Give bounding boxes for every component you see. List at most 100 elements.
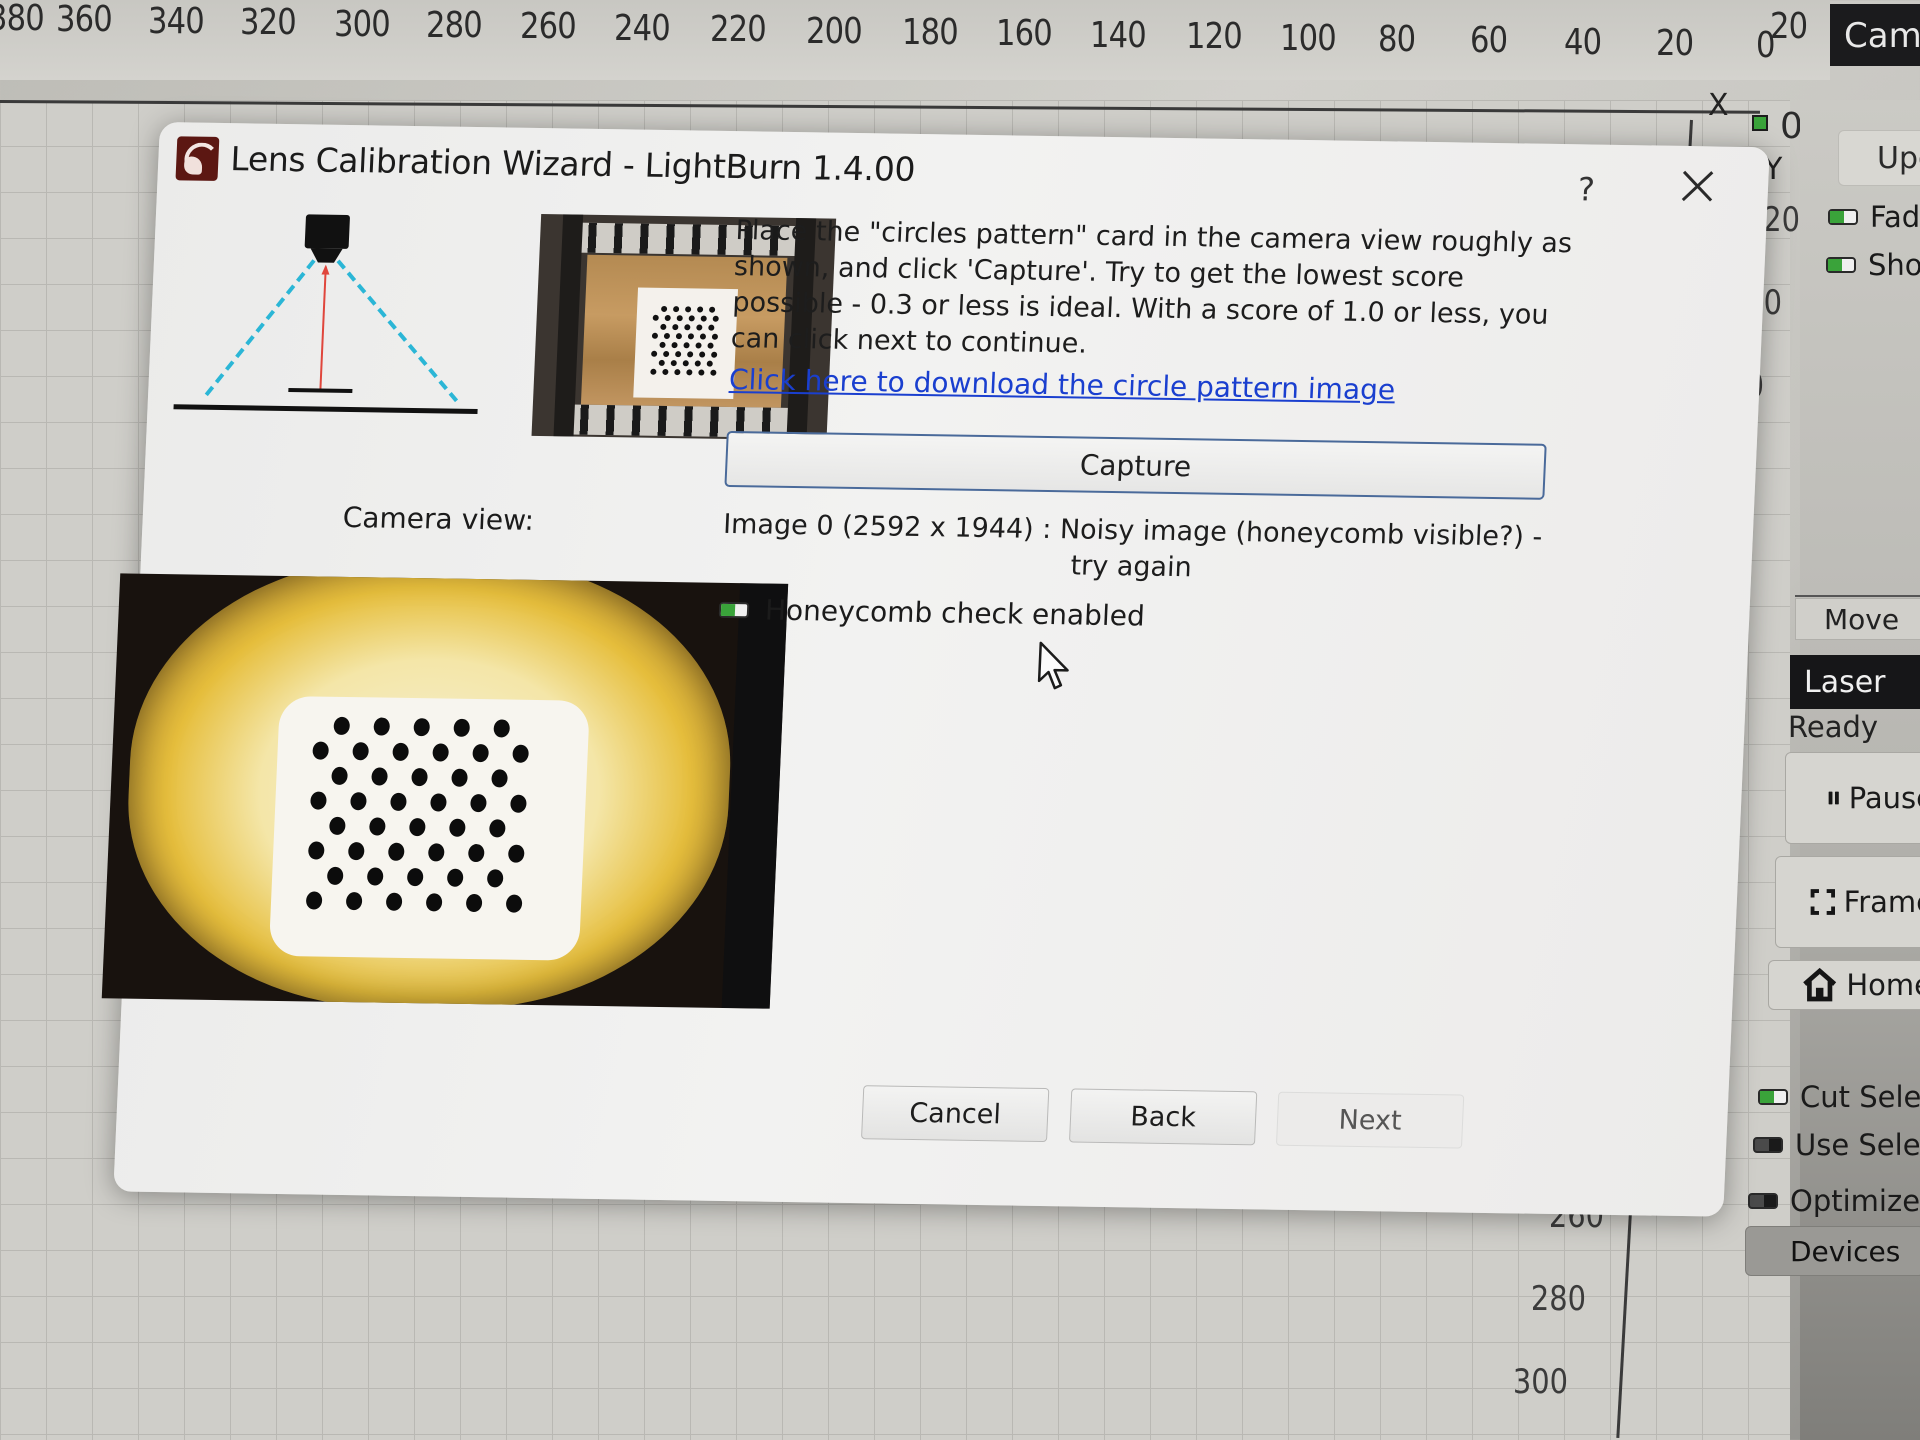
pattern-dot (682, 360, 689, 367)
origin-marker-icon (1752, 115, 1768, 131)
pattern-dot (651, 332, 659, 339)
ruler-tick-label: 260 (520, 6, 577, 48)
pattern-dot (670, 360, 677, 367)
pattern-dot (413, 718, 431, 737)
home-button[interactable]: Home (1768, 960, 1920, 1010)
pause-icon (1828, 791, 1839, 805)
ruler-tick-label: 280 (426, 5, 483, 46)
pattern-dot (652, 314, 659, 321)
honeycomb-check-toggle[interactable]: Honeycomb check enabled (718, 593, 1145, 633)
ruler-tick-label: 380 (0, 0, 45, 39)
pattern-dot (698, 369, 705, 376)
help-button[interactable]: ? (1577, 170, 1596, 208)
toggle-label: Show (1868, 248, 1920, 282)
pattern-dot (310, 791, 327, 810)
devices-button[interactable]: Devices (1745, 1226, 1920, 1276)
pattern-dot (658, 359, 665, 366)
honeycomb-check-label: Honeycomb check enabled (764, 593, 1146, 633)
ruler-tick-label: 280 (1530, 1279, 1587, 1319)
ruler-tick-label: 140 (1090, 14, 1147, 56)
camera-view-label: Camera view: (342, 500, 535, 537)
pattern-dot (366, 867, 384, 886)
pattern-dot (472, 743, 490, 763)
pattern-dot (411, 768, 428, 787)
back-button[interactable]: Back (1068, 1088, 1258, 1146)
ruler-tick-label: 20 (1656, 23, 1694, 65)
pattern-dot (684, 324, 691, 331)
pattern-dot (674, 369, 681, 376)
toggle-icon[interactable] (1828, 209, 1858, 225)
move-tab[interactable]: Move (1795, 598, 1920, 640)
mouse-cursor-icon (1037, 641, 1069, 690)
pattern-dot (695, 342, 702, 349)
frame-button[interactable]: Frame (1775, 856, 1920, 948)
pattern-dot (470, 793, 487, 813)
toggle-label: Optimize Cut Path (1790, 1184, 1920, 1218)
pattern-dot (659, 341, 666, 348)
pattern-dot (675, 351, 682, 358)
lens-calibration-dialog: Lens Calibration Wizard - LightBurn 1.4.… (101, 122, 1770, 1217)
pattern-dot (664, 314, 671, 322)
pattern-dot (387, 842, 405, 861)
fade-toggle[interactable]: Fade (1828, 200, 1920, 234)
update-overlay-button[interactable]: Update (1838, 130, 1920, 186)
ruler-tick-label: 240 (614, 7, 671, 49)
next-button[interactable]: Next (1275, 1091, 1465, 1149)
pattern-dot (711, 333, 719, 340)
toggle-icon[interactable] (718, 601, 750, 618)
pattern-dot (708, 324, 715, 331)
cut-selected-toggle[interactable]: Cut Selected Graphics (1758, 1080, 1920, 1114)
optimize-cut-path-toggle[interactable]: Optimize Cut Path (1748, 1184, 1920, 1218)
pattern-dot (347, 842, 365, 861)
pattern-dot (331, 766, 348, 786)
pattern-dot (488, 819, 506, 838)
toggle-icon[interactable] (1826, 257, 1856, 273)
pattern-dot (696, 324, 703, 331)
pattern-dot (676, 315, 683, 322)
close-icon[interactable] (1677, 166, 1719, 207)
download-pattern-link[interactable]: Click here to download the circle patter… (728, 363, 1395, 406)
toggle-label: Cut Selected Graphics (1800, 1080, 1920, 1114)
use-selection-origin-toggle[interactable]: Use Selection Origin (1753, 1128, 1920, 1162)
horizontal-ruler: 380 360 340 320 300 280 260 240 220 200 180 160 140 1… (0, 0, 1830, 80)
pattern-dot (696, 306, 704, 313)
pattern-dot (368, 817, 386, 836)
pattern-dot (660, 323, 667, 330)
pattern-dot (650, 368, 657, 375)
pattern-dot (663, 332, 671, 340)
pattern-dot (686, 369, 693, 376)
toggle-icon[interactable] (1758, 1089, 1788, 1105)
pattern-dot (392, 742, 410, 761)
cancel-button[interactable]: Cancel (861, 1085, 1050, 1143)
pause-button[interactable]: Pause (1785, 752, 1920, 844)
dialog-title: Lens Calibration Wizard - LightBurn 1.4.… (229, 139, 917, 189)
pattern-dot (699, 333, 707, 340)
show-toggle[interactable]: Show (1826, 248, 1920, 282)
divider (1795, 595, 1920, 597)
pattern-dot (390, 792, 407, 811)
laser-status: Ready (1788, 710, 1879, 744)
laser-panel-header: Laser (1790, 655, 1920, 709)
camera-lens-icon (310, 248, 343, 263)
camera-tab[interactable]: Camera (1830, 4, 1920, 66)
ruler-tick-label: 20 (1763, 200, 1801, 240)
ruler-tick-label: 300 (334, 3, 391, 45)
pattern-dot (467, 843, 485, 863)
pattern-dot (345, 892, 363, 911)
pattern-dot (430, 793, 447, 812)
pattern-dot (446, 868, 464, 887)
pattern-dot (683, 342, 690, 349)
pause-label: Pause (1848, 781, 1920, 815)
toggle-icon[interactable] (1748, 1193, 1778, 1209)
capture-status-message: Image 0 (2592 x 1944) : Noisy image (hon… (722, 508, 1543, 584)
capture-button[interactable]: Capture (724, 430, 1547, 500)
ruler-tick-label: 60 (1470, 20, 1508, 62)
ruler-tick-label: 200 (806, 10, 863, 52)
frame-label: Frame (1843, 885, 1920, 919)
pattern-dot (687, 351, 694, 358)
lightburn-logo-icon (175, 136, 220, 181)
ruler-tick-label: 360 (56, 0, 113, 41)
pattern-dot (688, 315, 695, 322)
camera-view-image (101, 573, 789, 1009)
toggle-icon[interactable] (1753, 1137, 1783, 1153)
